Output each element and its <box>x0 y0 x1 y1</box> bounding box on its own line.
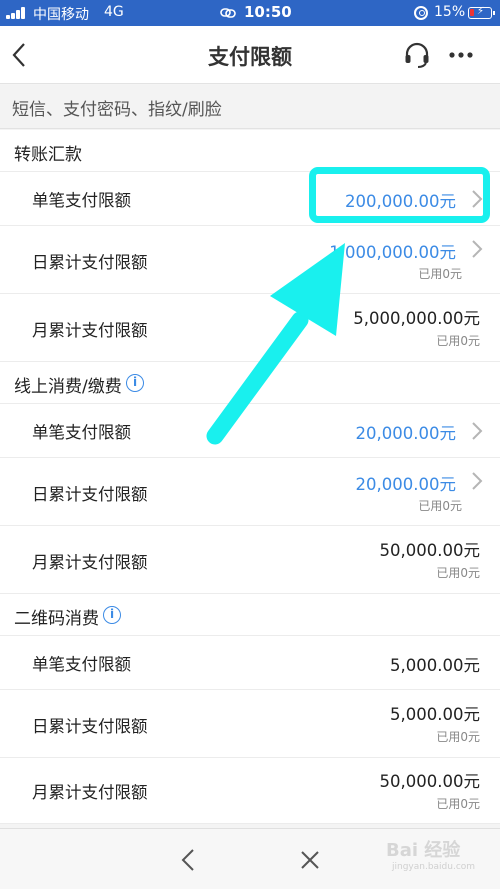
annotation-arrow-icon <box>206 243 345 445</box>
